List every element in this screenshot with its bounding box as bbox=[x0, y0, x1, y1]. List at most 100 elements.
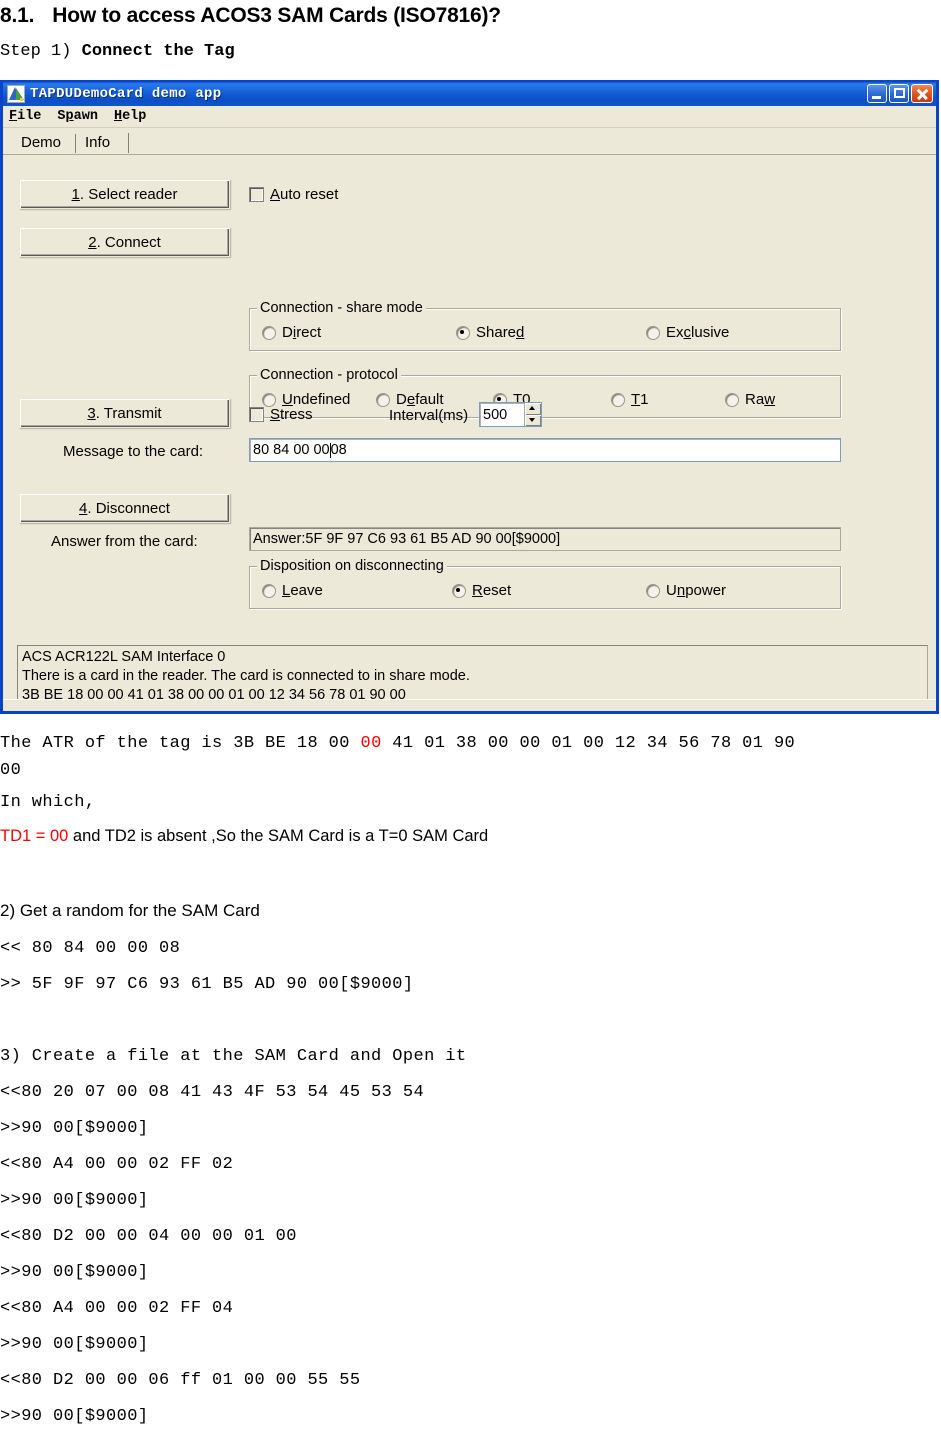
menu-item-file[interactable]: File bbox=[9, 109, 41, 124]
tapdu-demo-app-window[interactable]: TAPDUDemoCard demo app File Spawn Help D… bbox=[0, 80, 939, 714]
tab-demo[interactable]: Demo bbox=[11, 132, 76, 154]
section-3-line: >>90 00[$9000] bbox=[0, 1407, 149, 1426]
transmit-button[interactable]: 3. Transmit bbox=[19, 398, 230, 428]
menu-help-accel: H bbox=[113, 109, 123, 124]
protocol-raw-label: Raw bbox=[745, 391, 776, 408]
section-3-line: <<80 20 07 00 08 41 43 4F 53 54 45 53 54 bbox=[0, 1083, 425, 1102]
interval-spinner[interactable]: 500 bbox=[479, 402, 542, 427]
protocol-radio-raw[interactable]: Raw bbox=[725, 391, 775, 408]
section-3-line: <<80 D2 00 00 04 00 00 01 00 bbox=[0, 1227, 297, 1246]
message-to-card-label: Message to the card: bbox=[63, 443, 204, 460]
menu-spawn-accel: p bbox=[65, 109, 74, 124]
protocol-raw-indicator[interactable] bbox=[725, 392, 739, 407]
share-mode-radio-shared[interactable]: Shared bbox=[456, 324, 524, 341]
maximize-button[interactable] bbox=[889, 84, 909, 103]
disposition-radio-leave[interactable]: Leave bbox=[262, 582, 323, 599]
tab-strip-divider bbox=[128, 133, 130, 153]
disposition-radio-unpower[interactable]: Unpower bbox=[646, 582, 726, 599]
disconnect-label: . Disconnect bbox=[87, 499, 170, 517]
page-title-text: How to access ACOS3 SAM Cards (ISO7816)? bbox=[52, 4, 501, 27]
tab-info[interactable]: Info bbox=[75, 132, 124, 154]
in-which-line: In which, bbox=[0, 793, 96, 812]
message-to-card-input[interactable]: 80 84 00 00 08 bbox=[249, 438, 841, 462]
td1-rest: and TD2 is absent ,So the SAM Card is a … bbox=[68, 827, 489, 845]
disposition-leave-indicator[interactable] bbox=[262, 583, 276, 598]
interval-spinner-buttons[interactable] bbox=[524, 403, 541, 426]
share-mode-exclusive-indicator[interactable] bbox=[646, 325, 660, 340]
auto-reset-checkbox[interactable]: Auto reset bbox=[249, 186, 338, 203]
atr-text-wrap: 00 bbox=[0, 761, 22, 780]
disposition-unpower-indicator[interactable] bbox=[646, 583, 660, 598]
page-title: 8.1. How to access ACOS3 SAM Cards (ISO78… bbox=[0, 4, 501, 28]
section-2-title: 2) Get a random for the SAM Card bbox=[0, 901, 260, 920]
minimize-button[interactable] bbox=[867, 84, 887, 103]
select-reader-label: . Select reader bbox=[79, 185, 178, 203]
protocol-undefined-indicator[interactable] bbox=[262, 392, 276, 407]
stress-checkbox[interactable]: Stress bbox=[249, 406, 313, 423]
menu-file-post: ile bbox=[17, 109, 42, 124]
section-2-line: >> 5F 9F 97 C6 93 61 B5 AD 90 00[$9000] bbox=[0, 975, 414, 994]
spinner-up-icon[interactable] bbox=[525, 403, 541, 415]
atr-text-highlight: 00 bbox=[360, 734, 382, 753]
window-controls[interactable] bbox=[867, 84, 933, 103]
auto-reset-checkbox-box[interactable] bbox=[249, 187, 264, 202]
answer-from-card-label: Answer from the card: bbox=[51, 533, 198, 550]
interval-value[interactable]: 500 bbox=[480, 403, 524, 426]
step-1-line: Step 1) Connect the Tag bbox=[0, 42, 235, 61]
select-reader-button[interactable]: 1. Select reader bbox=[19, 179, 230, 209]
share-mode-direct-indicator[interactable] bbox=[262, 325, 276, 340]
menu-spawn-pre: S bbox=[57, 109, 66, 124]
protocol-t1-label: T1 bbox=[631, 391, 649, 408]
window-title: TAPDUDemoCard demo app bbox=[30, 86, 222, 102]
connect-button[interactable]: 2. Connect bbox=[19, 227, 230, 257]
td1-line: TD1 = 00 and TD2 is absent ,So the SAM C… bbox=[0, 827, 488, 846]
atr-text-post: 41 01 38 00 00 01 00 12 34 56 78 01 90 bbox=[381, 734, 796, 753]
share-mode-exclusive-label: Exclusive bbox=[666, 324, 730, 341]
select-reader-accel: 1 bbox=[71, 185, 80, 203]
message-to-card-value-after-caret: 08 bbox=[330, 442, 347, 458]
title-bar[interactable]: TAPDUDemoCard demo app bbox=[0, 80, 939, 106]
section-2-line: << 80 84 00 00 08 bbox=[0, 939, 181, 958]
interval-label: Interval(ms) bbox=[389, 407, 469, 424]
menu-item-spawn[interactable]: Spawn bbox=[57, 109, 98, 124]
disconnect-button[interactable]: 4. Disconnect bbox=[19, 493, 230, 523]
menu-bar[interactable]: File Spawn Help bbox=[3, 106, 936, 128]
disposition-radio-reset[interactable]: Reset bbox=[452, 582, 511, 599]
spinner-down-icon[interactable] bbox=[525, 414, 541, 426]
auto-reset-label: Auto reset bbox=[270, 186, 339, 203]
protocol-radio-default[interactable]: Default bbox=[376, 391, 444, 408]
page-title-number: 8.1. bbox=[0, 4, 35, 27]
connect-label: . Connect bbox=[96, 233, 161, 251]
menu-item-help[interactable]: Help bbox=[114, 109, 146, 124]
transmit-accel: 3 bbox=[87, 404, 96, 422]
share-mode-shared-indicator[interactable] bbox=[456, 325, 470, 340]
log-line: ACS ACR122L SAM Interface 0 bbox=[22, 649, 226, 665]
answer-from-card-field[interactable]: Answer:5F 9F 97 C6 93 61 B5 AD 90 00[$90… bbox=[249, 527, 841, 551]
disposition-group-title: Disposition on disconnecting bbox=[257, 558, 447, 574]
menu-file-accel: F bbox=[9, 109, 18, 124]
protocol-radio-t1[interactable]: T1 bbox=[611, 391, 649, 408]
disposition-unpower-label: Unpower bbox=[666, 582, 727, 599]
section-3-line: <<80 A4 00 00 02 FF 02 bbox=[0, 1155, 234, 1174]
stress-checkbox-box[interactable] bbox=[249, 407, 264, 422]
disposition-reset-indicator[interactable] bbox=[452, 583, 466, 598]
status-log-panel[interactable]: ACS ACR122L SAM Interface 0 There is a c… bbox=[17, 645, 928, 700]
share-mode-radio-exclusive[interactable]: Exclusive bbox=[646, 324, 729, 341]
log-line: 3B BE 18 00 00 41 01 38 00 00 01 00 12 3… bbox=[22, 687, 406, 700]
section-3-line: >>90 00[$9000] bbox=[0, 1119, 149, 1138]
step-1-bold: Connect the Tag bbox=[81, 42, 235, 61]
disposition-leave-label: Leave bbox=[282, 582, 323, 599]
log-line: There is a card in the reader. The card … bbox=[22, 668, 470, 684]
answer-from-card-value: Answer:5F 9F 97 C6 93 61 B5 AD 90 00[$90… bbox=[253, 531, 561, 547]
share-mode-group-title: Connection - share mode bbox=[257, 300, 426, 316]
protocol-default-indicator[interactable] bbox=[376, 392, 390, 407]
section-3-line: >>90 00[$9000] bbox=[0, 1335, 149, 1354]
close-button[interactable] bbox=[911, 84, 933, 103]
tab-strip[interactable]: Demo Info bbox=[3, 128, 936, 155]
disposition-reset-label: Reset bbox=[472, 582, 512, 599]
protocol-t1-indicator[interactable] bbox=[611, 392, 625, 407]
section-3-title: 3) Create a file at the SAM Card and Ope… bbox=[0, 1047, 467, 1066]
share-mode-radio-direct[interactable]: Direct bbox=[262, 324, 321, 341]
status-bar bbox=[3, 699, 936, 710]
stress-label: Stress bbox=[270, 406, 313, 423]
